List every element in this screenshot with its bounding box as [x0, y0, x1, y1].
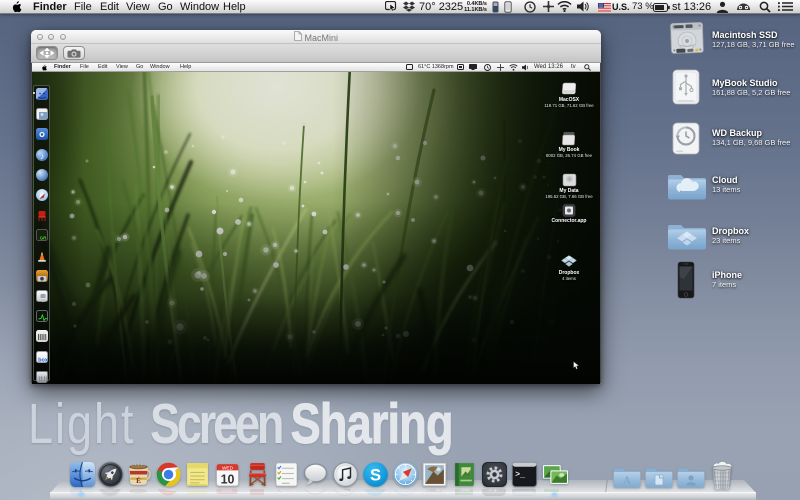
- svg-text:A: A: [623, 473, 632, 487]
- svg-text:S: S: [370, 489, 381, 491]
- svg-text:10: 10: [221, 472, 235, 486]
- svg-text:WED: WED: [222, 465, 234, 471]
- svg-text:S: S: [370, 466, 381, 485]
- svg-text:É: É: [136, 475, 141, 485]
- svg-text:box: box: [38, 358, 49, 364]
- svg-text:WED: WED: [222, 489, 233, 493]
- svg-text:♪: ♪: [40, 152, 44, 161]
- svg-text:GR: GR: [40, 236, 48, 241]
- svg-text:>_: >_: [515, 471, 525, 480]
